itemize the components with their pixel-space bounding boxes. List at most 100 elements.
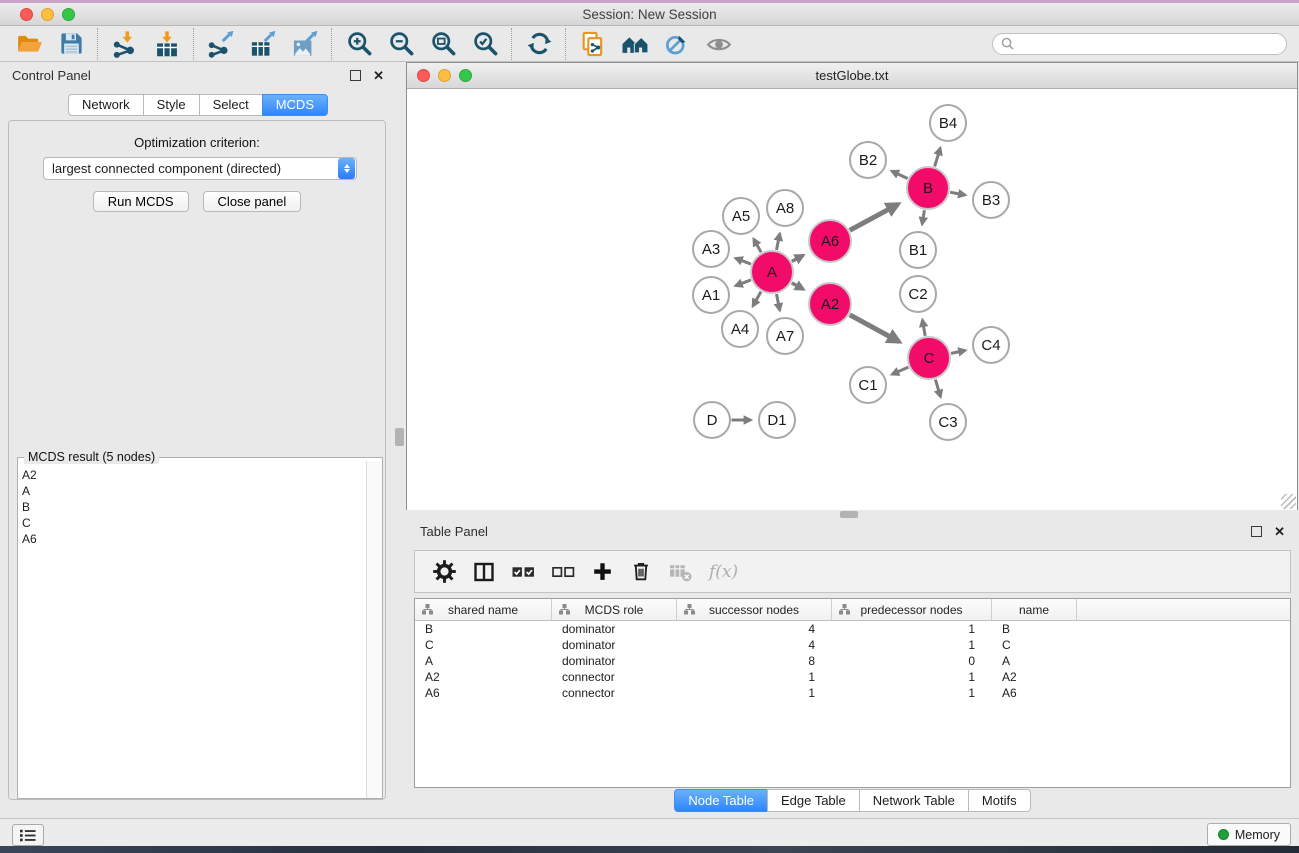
graph-node-A7[interactable]: A7	[767, 318, 803, 354]
graph-node-B1[interactable]: B1	[900, 232, 936, 268]
column-header-predecessor-nodes[interactable]: predecessor nodes	[832, 599, 992, 620]
window-titlebar[interactable]: Session: New Session	[0, 3, 1299, 26]
graph-edge-A6-B[interactable]	[850, 204, 898, 230]
tab-select[interactable]: Select	[199, 94, 263, 116]
duplicate-network-button[interactable]	[572, 28, 614, 60]
mcds-result-item[interactable]: C	[18, 515, 367, 531]
delete-table-button[interactable]	[669, 561, 692, 583]
graph-node-D[interactable]: D	[694, 402, 730, 438]
run-mcds-button[interactable]: Run MCDS	[93, 191, 189, 212]
export-image-button[interactable]	[284, 28, 326, 60]
column-header-name[interactable]: name	[992, 599, 1077, 620]
vertical-split-handle[interactable]	[395, 428, 404, 446]
settings-button[interactable]	[433, 560, 456, 583]
graph-node-B2[interactable]: B2	[850, 142, 886, 178]
graph-node-A8[interactable]: A8	[767, 190, 803, 226]
graph-node-A[interactable]: A	[751, 251, 793, 293]
graph-node-C4[interactable]: C4	[973, 327, 1009, 363]
graph-edge-C-C2[interactable]	[922, 320, 925, 336]
graph-node-A3[interactable]: A3	[693, 231, 729, 267]
graph-node-C1[interactable]: C1	[850, 367, 886, 403]
column-header-MCDS-role[interactable]: MCDS role	[552, 599, 677, 620]
graph-node-A4[interactable]: A4	[722, 311, 758, 347]
graph-edge-C-C3[interactable]	[935, 380, 940, 397]
zoom-fit-button[interactable]	[422, 28, 464, 60]
open-file-button[interactable]	[8, 28, 50, 60]
function-button[interactable]: f(x)	[709, 562, 738, 582]
graph-edge-A-A3[interactable]	[736, 258, 751, 264]
eye-button[interactable]	[698, 28, 740, 60]
close-panel-button[interactable]: Close panel	[203, 191, 302, 212]
graph-edge-A-A6[interactable]	[792, 255, 803, 261]
tab-network[interactable]: Network	[68, 94, 144, 116]
mcds-result-item[interactable]: B	[18, 499, 367, 515]
column-header-shared-name[interactable]: shared name	[415, 599, 552, 620]
tab-motifs[interactable]: Motifs	[968, 789, 1031, 812]
table-row[interactable]: A2connector11A2	[415, 669, 1290, 685]
criterion-select[interactable]: largest connected component (directed)	[43, 157, 357, 180]
graph-node-C2[interactable]: C2	[900, 276, 936, 312]
zoom-selected-button[interactable]	[464, 28, 506, 60]
export-table-button[interactable]	[242, 28, 284, 60]
tab-style[interactable]: Style	[143, 94, 200, 116]
tab-network-table[interactable]: Network Table	[859, 789, 969, 812]
refresh-button[interactable]	[518, 28, 560, 60]
graph-node-D1[interactable]: D1	[759, 402, 795, 438]
graph-edge-A-A4[interactable]	[753, 292, 761, 307]
mcds-result-item[interactable]: A6	[18, 531, 367, 547]
deselect-all-button[interactable]	[552, 564, 575, 580]
save-session-button[interactable]	[50, 28, 92, 60]
graph-edge-A-A8[interactable]	[776, 234, 779, 250]
mcds-result-scrollbar[interactable]	[366, 461, 382, 798]
select-all-button[interactable]	[512, 564, 535, 580]
graph-edge-A-A2[interactable]	[792, 283, 804, 289]
graph-edge-B-B4[interactable]	[935, 148, 941, 166]
mcds-result-list[interactable]: A2ABCA6	[18, 461, 367, 798]
add-button[interactable]	[592, 561, 613, 582]
column-header-successor-nodes[interactable]: successor nodes	[677, 599, 832, 620]
network-canvas[interactable]: B4B2BB3A8A5A6A3B1AC2A1A2A4A7C4CC1DD1C3	[407, 89, 1297, 510]
graph-node-B[interactable]: B	[907, 167, 949, 209]
tab-mcds[interactable]: MCDS	[262, 94, 328, 116]
table-float-panel-icon[interactable]	[1251, 526, 1262, 537]
graph-edge-A2-C[interactable]	[850, 315, 899, 342]
graph-node-A1[interactable]: A1	[693, 277, 729, 313]
table-row[interactable]: Cdominator41C	[415, 637, 1290, 653]
network-window-titlebar[interactable]: testGlobe.txt	[407, 63, 1297, 89]
delete-button[interactable]	[630, 560, 652, 583]
table-row[interactable]: A6connector11A6	[415, 685, 1290, 701]
hide-labels-button[interactable]	[656, 28, 698, 60]
graph-node-B3[interactable]: B3	[973, 182, 1009, 218]
graph-node-A2[interactable]: A2	[809, 283, 851, 325]
memory-button[interactable]: Memory	[1207, 823, 1291, 846]
columns-button[interactable]	[473, 561, 495, 583]
graph-edge-B-B3[interactable]	[950, 192, 965, 195]
graph-node-B4[interactable]: B4	[930, 105, 966, 141]
table-close-panel-icon[interactable]: ✕	[1274, 525, 1285, 538]
graph-edge-C-C4[interactable]	[951, 350, 965, 353]
close-panel-icon[interactable]: ✕	[373, 69, 384, 82]
graph-edge-B-B2[interactable]	[892, 171, 908, 178]
tab-node-table[interactable]: Node Table	[674, 789, 768, 812]
horizontal-split-handle[interactable]	[840, 511, 858, 518]
float-panel-icon[interactable]	[350, 70, 361, 81]
mcds-result-item[interactable]: A	[18, 483, 367, 499]
graph-edge-A-A5[interactable]	[754, 239, 761, 252]
table-row[interactable]: Adominator80A	[415, 653, 1290, 669]
graph-edge-A-A7[interactable]	[776, 294, 779, 310]
houses-button[interactable]	[614, 28, 656, 60]
graph-edge-B-B1[interactable]	[922, 210, 924, 224]
tab-edge-table[interactable]: Edge Table	[767, 789, 860, 812]
graph-node-C[interactable]: C	[908, 337, 950, 379]
zoom-in-button[interactable]	[338, 28, 380, 60]
graph-edge-C-C1[interactable]	[892, 367, 908, 374]
search-box[interactable]	[992, 33, 1287, 55]
graph-node-A5[interactable]: A5	[723, 198, 759, 234]
import-table-button[interactable]	[146, 28, 188, 60]
table-row[interactable]: Bdominator41B	[415, 621, 1290, 637]
panel-list-button[interactable]	[12, 824, 44, 846]
search-input[interactable]	[1019, 36, 1278, 52]
graph-edge-A-A1[interactable]	[736, 280, 751, 286]
zoom-out-button[interactable]	[380, 28, 422, 60]
graph-node-A6[interactable]: A6	[809, 220, 851, 262]
